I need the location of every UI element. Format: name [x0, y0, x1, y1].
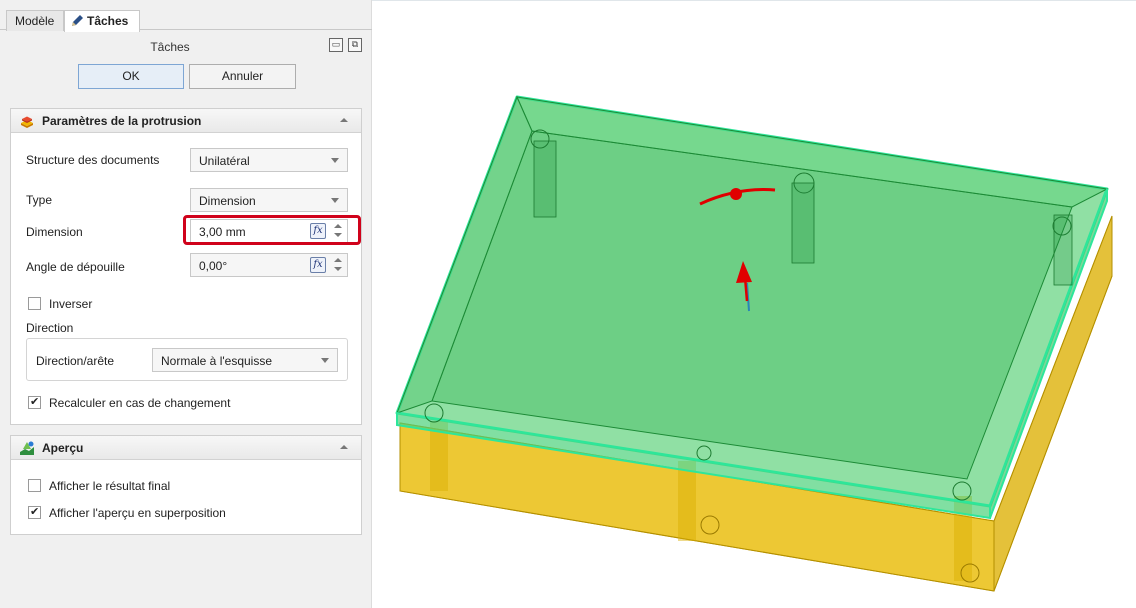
ok-button[interactable]: OK [78, 64, 184, 89]
type-value: Dimension [199, 194, 256, 208]
collapse-panel-icon[interactable]: ▭ [329, 38, 343, 52]
protrusion-section-title: Paramètres de la protrusion [42, 114, 202, 128]
show-final-result-label: Afficher le résultat final [49, 479, 171, 493]
tab-model[interactable]: Modèle [6, 10, 64, 31]
direction-edge-label: Direction/arête [36, 354, 115, 368]
recalculate-checkbox[interactable] [28, 395, 41, 409]
protrusion-parameters-section: Paramètres de la protrusion Structure de… [10, 108, 362, 425]
direction-edge-select[interactable]: Normale à l'esquisse [152, 348, 338, 372]
3d-model-render [395, 95, 1113, 592]
type-label: Type [26, 193, 53, 207]
type-select[interactable]: Dimension [190, 188, 348, 212]
task-panel: Modèle Tâches Tâches ▭ ⧉ OK Annuler Para… [0, 0, 372, 608]
show-final-result-checkbox[interactable] [28, 479, 41, 492]
formula-icon[interactable]: fx [310, 257, 326, 273]
draft-angle-value: 0,00° [199, 259, 228, 273]
chevron-down-icon [321, 358, 329, 363]
reverse-label: Inverser [49, 297, 93, 311]
pencil-icon [72, 15, 83, 26]
draft-angle-label: Angle de dépouille [26, 260, 125, 274]
draft-angle-input[interactable]: 0,00° fx [190, 253, 348, 277]
recalculate-label: Recalculer en cas de changement [49, 396, 231, 410]
preview-section: Aperçu Afficher le résultat final Affich… [10, 435, 362, 535]
show-overlay-preview-label: Afficher l'aperçu en superposition [49, 506, 226, 520]
tab-model-label: Modèle [15, 14, 55, 28]
structure-select[interactable]: Unilatéral [190, 148, 348, 172]
protrusion-section-header[interactable]: Paramètres de la protrusion [11, 109, 361, 133]
structure-label: Structure des documents [26, 153, 160, 167]
panel-tabs: Modèle Tâches [0, 0, 372, 32]
preview-icon [20, 441, 34, 455]
dimension-highlight [183, 215, 361, 245]
structure-value: Unilatéral [199, 154, 250, 168]
chevron-up-icon[interactable] [339, 442, 349, 452]
direction-edge-value: Normale à l'esquisse [161, 354, 273, 368]
direction-group-label: Direction [26, 321, 74, 335]
direction-group: Direction/arête Normale à l'esquisse [26, 338, 348, 381]
dimension-label: Dimension [26, 225, 83, 239]
chevron-down-icon [331, 198, 339, 203]
reverse-checkbox[interactable] [28, 297, 41, 310]
chevron-up-icon[interactable] [339, 115, 349, 125]
tab-tasks[interactable]: Tâches [64, 10, 140, 32]
show-overlay-preview-checkbox[interactable] [28, 505, 41, 519]
cancel-button[interactable]: Annuler [189, 64, 296, 89]
preview-section-header[interactable]: Aperçu [11, 436, 361, 460]
3d-viewport[interactable] [372, 0, 1136, 608]
undock-panel-icon[interactable]: ⧉ [348, 38, 362, 52]
task-title: Tâches [150, 40, 190, 54]
draft-angle-stepper[interactable] [331, 256, 345, 274]
tab-tasks-label: Tâches [87, 14, 129, 28]
pad-icon [21, 116, 33, 128]
preview-section-title: Aperçu [42, 441, 84, 455]
chevron-down-icon [331, 158, 339, 163]
